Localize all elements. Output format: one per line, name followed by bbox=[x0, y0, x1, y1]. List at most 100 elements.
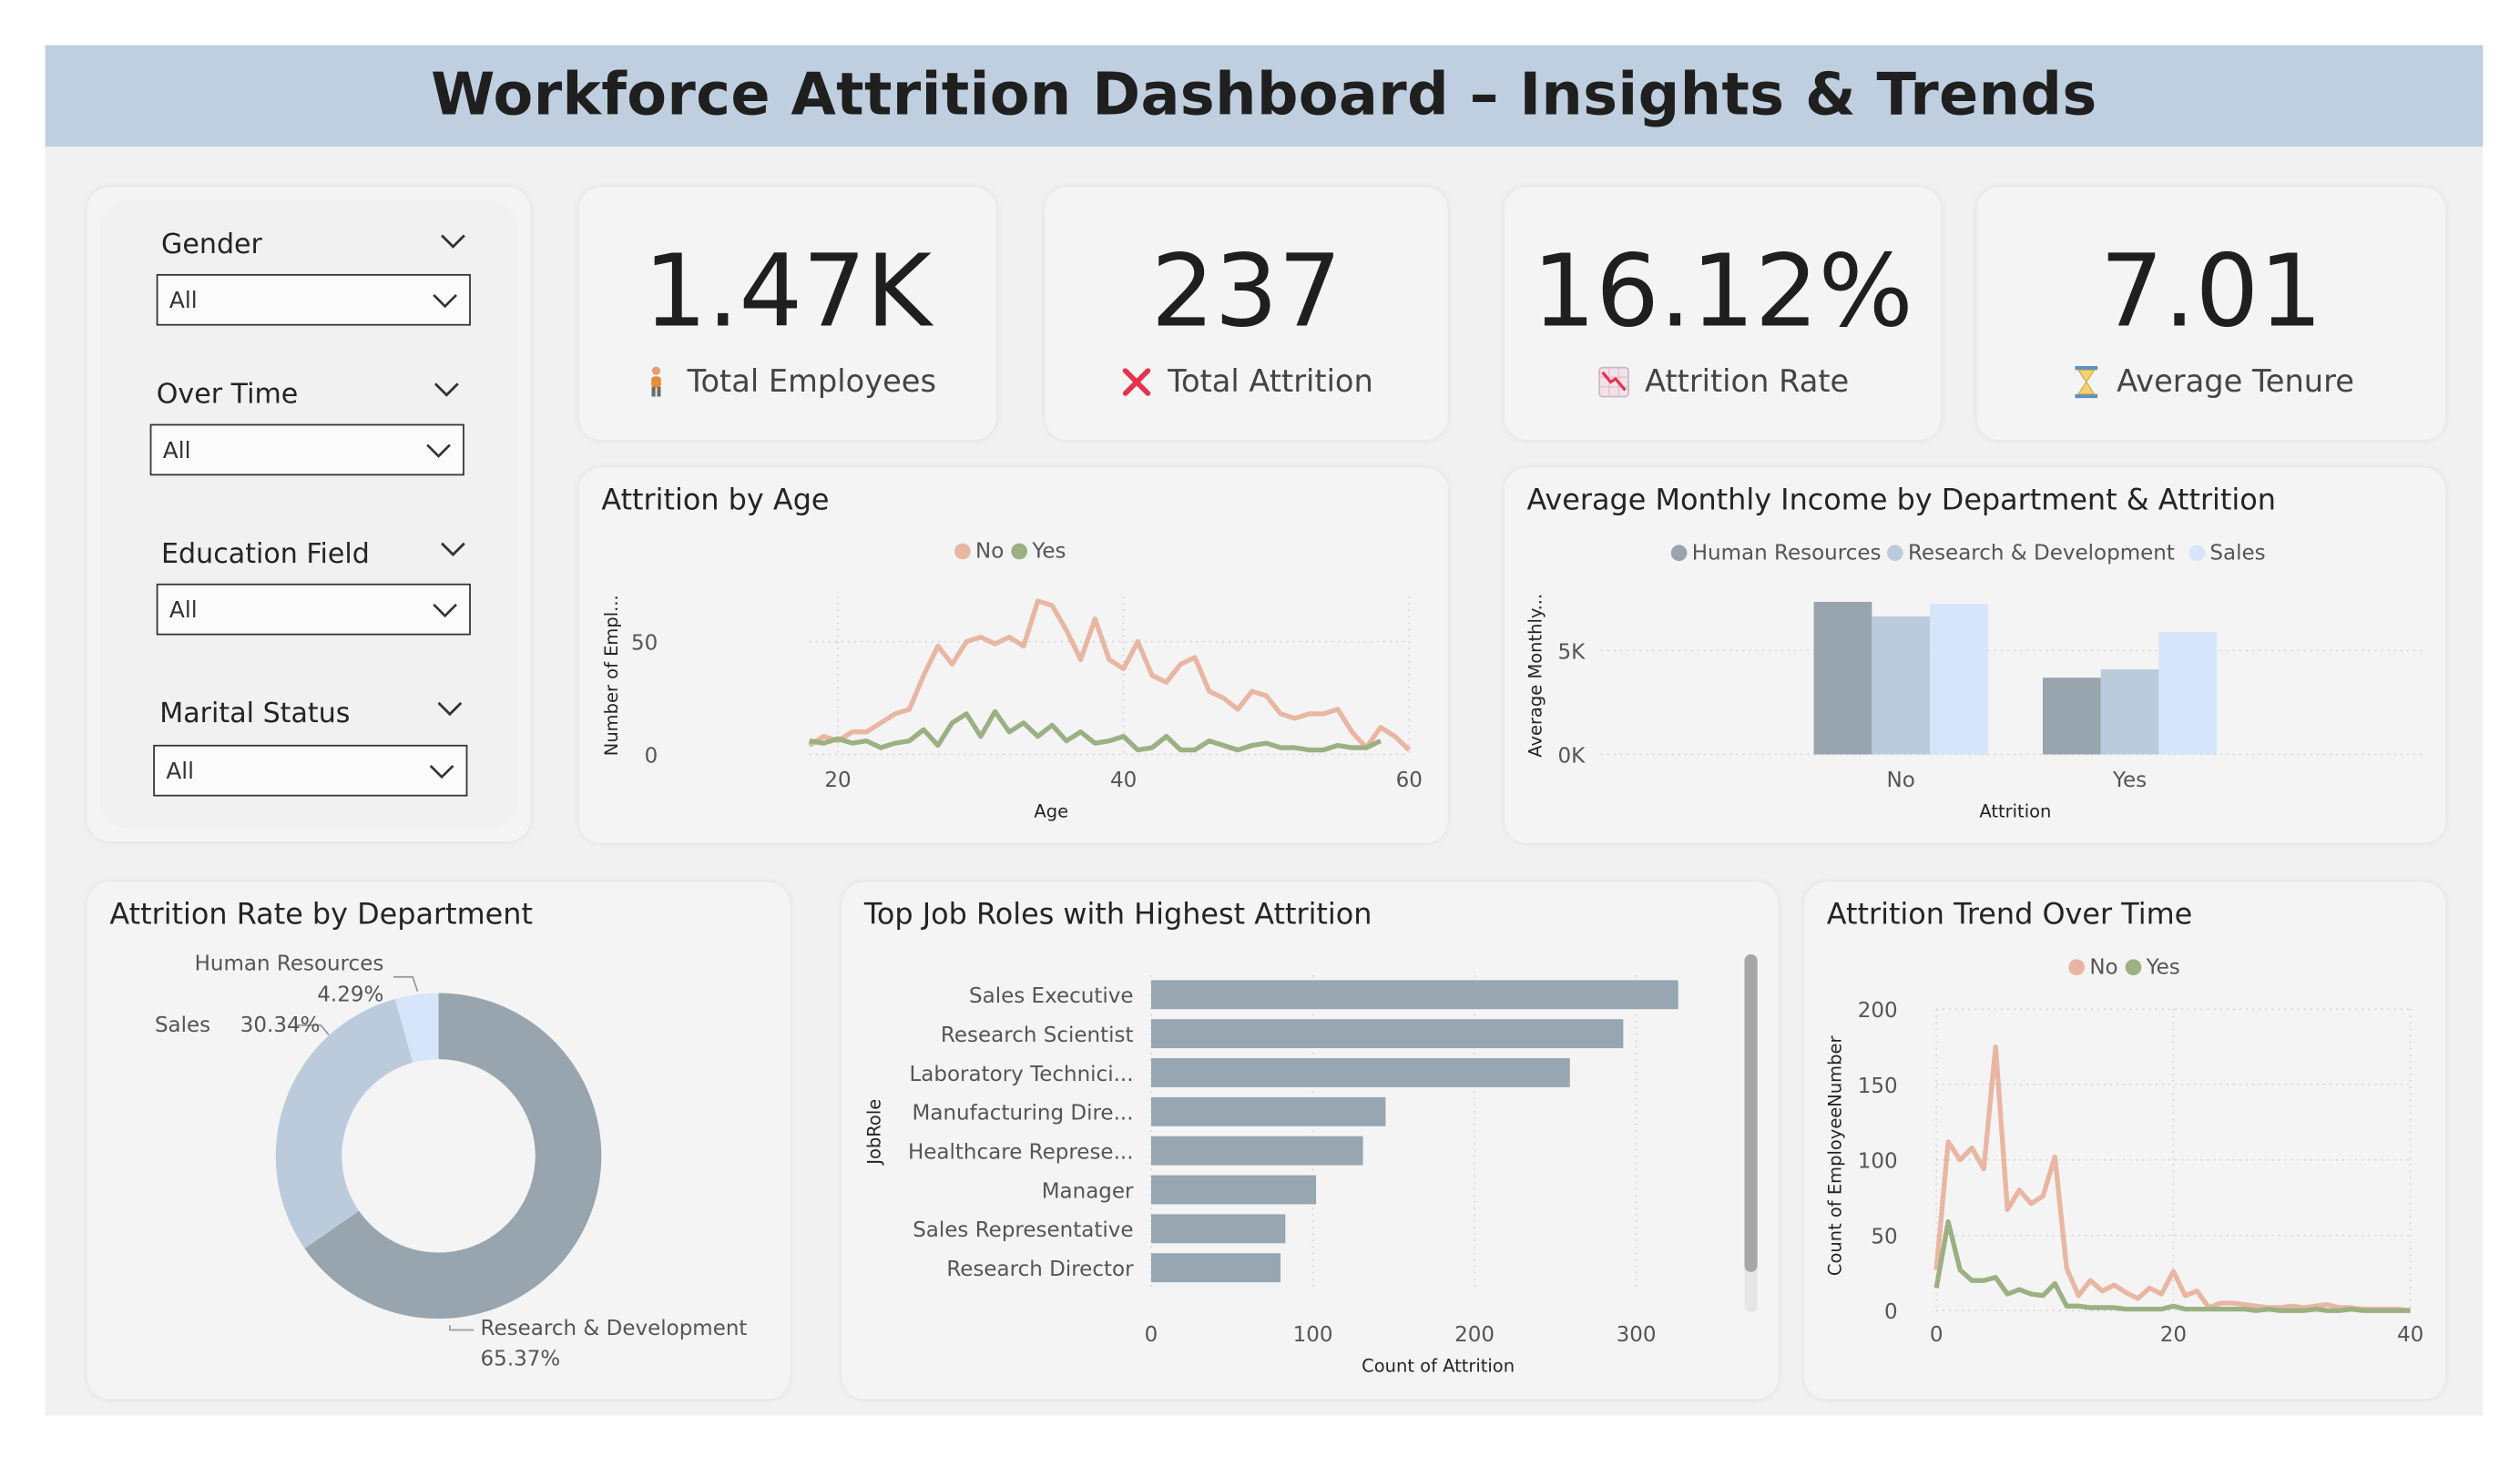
dept-label-value-1: 30.34% bbox=[240, 1014, 321, 1037]
dept-label-value-0: 65.37% bbox=[481, 1347, 561, 1370]
marital-status-dropdown[interactable]: All bbox=[153, 744, 468, 797]
age-x-tick-0: 20 bbox=[824, 769, 851, 792]
age-y-tick-0: 0 bbox=[645, 744, 658, 768]
trend-x-tick-1: 20 bbox=[2160, 1323, 2187, 1347]
gender-filter-label: Gender bbox=[161, 229, 262, 261]
trend-y-tick-3: 150 bbox=[1858, 1075, 1898, 1098]
income-y-tick-0: 0K bbox=[1557, 744, 1586, 768]
chevron-down-icon bbox=[426, 443, 451, 458]
education-field-filter-label: Education Field bbox=[161, 538, 370, 571]
income-y-axis-title: Average Monthly... bbox=[1525, 594, 1546, 758]
income-bar-yes-2 bbox=[2158, 632, 2218, 755]
age-legend-label-1: Yes bbox=[1031, 540, 1066, 564]
kpi-total-employees-label-row: Total Employees bbox=[579, 364, 997, 400]
income-y-tick-1: 5K bbox=[1557, 640, 1586, 664]
roles-y-tick-5: Manager bbox=[1042, 1179, 1134, 1203]
attrition-trend-chart: No Yes 0 50 100 150 200 0 20 40 Count of EmployeeN… bbox=[1825, 955, 2424, 1347]
trend-y-tick-1: 50 bbox=[1871, 1225, 1897, 1248]
roles-bar-4 bbox=[1151, 1136, 1363, 1166]
age-x-tick-1: 40 bbox=[1110, 769, 1137, 792]
roles-x-tick-3: 300 bbox=[1617, 1323, 1657, 1347]
trend-x-tick-2: 40 bbox=[2397, 1323, 2423, 1347]
roles-x-tick-1: 100 bbox=[1293, 1323, 1333, 1347]
trend-y-tick-2: 100 bbox=[1858, 1150, 1898, 1174]
education-field-dropdown[interactable]: All bbox=[156, 583, 471, 636]
age-y-axis-title: Number of Empl... bbox=[601, 595, 622, 756]
roles-y-tick-6: Sales Representative bbox=[913, 1218, 1133, 1242]
overtime-collapse-chevron-icon[interactable] bbox=[432, 381, 461, 400]
income-legend-label-2: Sales bbox=[2209, 541, 2265, 565]
gender-dropdown[interactable]: All bbox=[156, 273, 471, 326]
roles-x-tick-0: 0 bbox=[1145, 1323, 1158, 1347]
income-bar-no-2 bbox=[1930, 604, 1988, 755]
income-by-department-card: Average Monthly Income by Department & A… bbox=[1504, 467, 2446, 843]
overtime-filter-label: Over Time bbox=[156, 379, 299, 412]
trend-legend-label-1: Yes bbox=[2146, 955, 2180, 979]
dept-leader-2 bbox=[393, 975, 419, 993]
trend-x-tick-0: 0 bbox=[1930, 1323, 1944, 1347]
education-field-collapse-chevron-icon[interactable] bbox=[439, 540, 468, 559]
dept-label-name-0: Research & Development bbox=[481, 1317, 748, 1340]
overtime-dropdown[interactable]: All bbox=[149, 423, 464, 476]
attrition-by-department-card: Attrition Rate by Department Research & … bbox=[87, 881, 791, 1400]
kpi-attrition-rate-card: 16.12% Attrition Rate bbox=[1504, 187, 1942, 441]
income-x-tick-0: No bbox=[1887, 769, 1915, 792]
kpi-average-tenure-card: 7.01 Average Tenure bbox=[1976, 187, 2446, 441]
age-legend-marker-1 bbox=[1011, 543, 1028, 560]
roles-bar-7 bbox=[1151, 1253, 1281, 1283]
kpi-total-attrition-label: Total Attrition bbox=[1168, 364, 1373, 401]
dept-leader-0 bbox=[449, 1325, 474, 1331]
income-bar-yes-1 bbox=[2100, 669, 2159, 755]
roles-y-tick-7: Research Director bbox=[946, 1258, 1134, 1281]
education-field-dropdown-value: All bbox=[168, 597, 198, 625]
roles-y-tick-2: Laboratory Technici... bbox=[909, 1063, 1133, 1086]
roles-x-axis-title: Count of Attrition bbox=[1362, 1356, 1515, 1377]
age-series-line-no bbox=[808, 598, 1412, 752]
kpi-total-attrition-value: 237 bbox=[1150, 231, 1342, 351]
dept-label-name-2: Human Resources bbox=[195, 953, 384, 976]
roles-bar-2 bbox=[1151, 1058, 1570, 1087]
age-legend-label-0: No bbox=[975, 540, 1004, 564]
kpi-total-attrition-label-row: Total Attrition bbox=[1045, 364, 1448, 400]
page-title: Workforce Attrition Dashboard – Insights… bbox=[431, 63, 2097, 129]
kpi-average-tenure-value: 7.01 bbox=[2099, 231, 2323, 351]
age-x-axis-title: Age bbox=[1034, 801, 1068, 822]
dept-label-value-2: 4.29% bbox=[317, 983, 383, 1006]
income-legend-label-0: Human Resources bbox=[1692, 541, 1882, 565]
overtime-dropdown-value: All bbox=[162, 438, 191, 464]
trend-y-axis-title: Count of EmployeeNumber bbox=[1825, 1036, 1846, 1277]
marital-status-filter-label: Marital Status bbox=[159, 698, 351, 730]
income-bar-no-0 bbox=[1813, 601, 1872, 755]
income-x-tick-1: Yes bbox=[2112, 769, 2147, 792]
hourglass-icon bbox=[2068, 364, 2104, 400]
age-legend-marker-0 bbox=[954, 543, 971, 560]
income-bar-no-1 bbox=[1872, 616, 1931, 755]
kpi-total-employees-card: 1.47K Total Employees bbox=[578, 187, 997, 441]
marital-status-collapse-chevron-icon[interactable] bbox=[435, 699, 464, 718]
roles-bar-1 bbox=[1151, 1019, 1624, 1049]
trend-legend-label-0: No bbox=[2089, 955, 2117, 979]
header-bar: Workforce Attrition Dashboard – Insights… bbox=[45, 45, 2484, 148]
gender-collapse-chevron-icon[interactable] bbox=[439, 232, 468, 251]
filter-panel-inner: Gender All Over Time All Education Field… bbox=[99, 199, 518, 829]
kpi-attrition-rate-label-row: Attrition Rate bbox=[1505, 364, 1942, 400]
chevron-down-icon bbox=[433, 294, 457, 309]
attrition-trend-card: Attrition Trend Over Time No Yes 0 50 100 150… bbox=[1803, 881, 2446, 1400]
attrition-by-age-chart: No Yes 0 50 20 40 60 Age Number of Empl... bbox=[601, 540, 1423, 822]
job-roles-scrollbar-thumb[interactable] bbox=[1744, 954, 1758, 1272]
roles-y-axis-title: JobRole bbox=[864, 1099, 885, 1166]
kpi-total-employees-value: 1.47K bbox=[643, 231, 932, 351]
trend-y-tick-0: 0 bbox=[1884, 1300, 1898, 1324]
job-roles-scrollbar-track[interactable] bbox=[1744, 954, 1758, 1313]
job-roles-card: Top Job Roles with Highest Attrition Sal… bbox=[842, 881, 1779, 1400]
roles-bar-0 bbox=[1151, 980, 1678, 1010]
kpi-total-attrition-card: 237 Total Attrition bbox=[1045, 187, 1448, 441]
person-icon bbox=[639, 364, 675, 400]
trend-legend-marker-1 bbox=[2125, 959, 2142, 976]
kpi-attrition-rate-value: 16.12% bbox=[1532, 231, 1913, 351]
income-bar-yes-0 bbox=[2042, 678, 2101, 755]
filter-panel: Gender All Over Time All Education Field… bbox=[87, 187, 531, 842]
roles-y-tick-0: Sales Executive bbox=[969, 984, 1134, 1008]
roles-y-tick-4: Healthcare Represe... bbox=[908, 1140, 1134, 1164]
gender-dropdown-value: All bbox=[168, 288, 198, 315]
